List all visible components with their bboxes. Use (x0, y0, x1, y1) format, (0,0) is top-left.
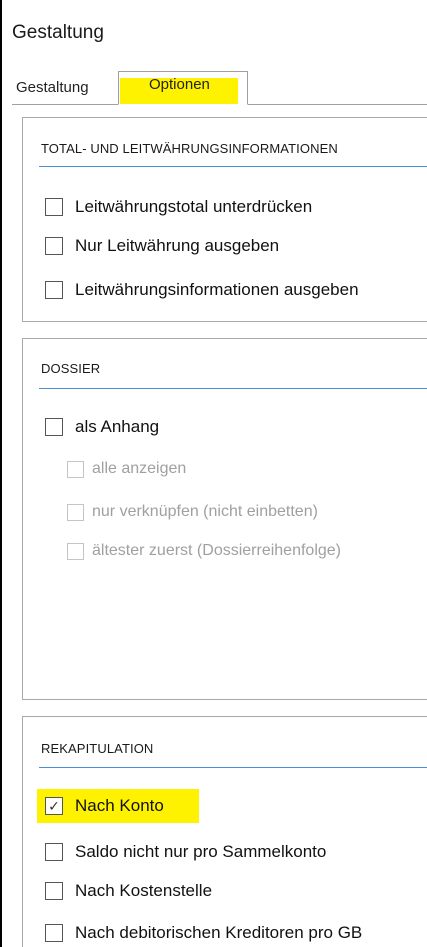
tab-optionen-label: Optionen (149, 76, 210, 93)
group-total-leitwaehrung: TOTAL- UND LEITWÄHRUNGSINFORMATIONEN Lei… (22, 117, 427, 322)
checkbox[interactable] (45, 198, 63, 216)
group-rule (39, 166, 427, 167)
group-rule (39, 388, 427, 389)
window-title: Gestaltung (12, 22, 104, 43)
settings-window: Gestaltung Gestaltung Optionen TOTAL- UN… (0, 0, 427, 947)
checkbox[interactable] (45, 882, 63, 900)
group-rule (39, 767, 427, 768)
option-aeltester-zuerst: ältester zuerst (Dossierreihenfolge) (67, 542, 341, 560)
option-nach-konto[interactable]: ✓ Nach Konto (37, 789, 199, 823)
tab-optionen[interactable]: Optionen (118, 71, 248, 105)
option-label: Nur Leitwährung ausgeben (75, 236, 280, 255)
option-label: Nach Konto (75, 796, 164, 815)
option-nach-debitorischen-kreditoren[interactable]: Nach debitorischen Kreditoren pro GB (45, 923, 362, 943)
option-label: als Anhang (75, 417, 160, 436)
checkbox-checked[interactable]: ✓ (45, 797, 63, 815)
option-label: Saldo nicht nur pro Sammelkonto (75, 842, 327, 861)
option-saldo-nicht-nur-pro-sammelkonto[interactable]: Saldo nicht nur pro Sammelkonto (45, 842, 326, 862)
option-alle-anzeigen: alle anzeigen (67, 460, 186, 478)
checkbox-disabled (67, 460, 84, 478)
option-label: ältester zuerst (Dossierreihenfolge) (92, 542, 341, 559)
option-nur-leitwaehrung-ausgeben[interactable]: Nur Leitwährung ausgeben (45, 236, 279, 256)
option-leitwaehrungstotal-unterdruecken[interactable]: Leitwährungstotal unterdrücken (45, 197, 312, 217)
checkbox[interactable] (45, 418, 63, 436)
tab-strip: Gestaltung Optionen (4, 68, 427, 105)
option-label: Leitwährungstotal unterdrücken (75, 197, 313, 216)
group-title-total: TOTAL- UND LEITWÄHRUNGSINFORMATIONEN (41, 141, 338, 156)
option-leitwaehrungsinformationen-ausgeben[interactable]: Leitwährungsinformationen ausgeben (45, 280, 359, 300)
tab-gestaltung[interactable]: Gestaltung (10, 77, 95, 105)
option-label: Nach debitorischen Kreditoren pro GB (75, 923, 363, 942)
group-title-rekapitulation: REKAPITULATION (41, 741, 154, 756)
option-label: Nach Kostenstelle (75, 881, 213, 900)
group-title-dossier: DOSSIER (41, 361, 101, 376)
checkbox[interactable] (45, 924, 63, 942)
option-nach-kostenstelle[interactable]: Nach Kostenstelle (45, 881, 212, 901)
checkbox[interactable] (45, 237, 63, 255)
option-label: alle anzeigen (92, 460, 187, 477)
checkbox[interactable] (45, 281, 63, 299)
group-rekapitulation: REKAPITULATION ✓ Nach Konto Saldo nicht … (22, 716, 427, 947)
option-als-anhang[interactable]: als Anhang (45, 417, 159, 437)
group-dossier: DOSSIER als Anhang alle anzeigen nur ver… (22, 338, 427, 700)
option-nur-verknuepfen: nur verknüpfen (nicht einbetten) (67, 503, 318, 521)
option-label: nur verknüpfen (nicht einbetten) (92, 503, 318, 520)
checkbox-disabled (67, 542, 84, 560)
checkbox-disabled (67, 503, 84, 521)
checkbox[interactable] (45, 843, 63, 861)
option-label: Leitwährungsinformationen ausgeben (75, 280, 359, 299)
